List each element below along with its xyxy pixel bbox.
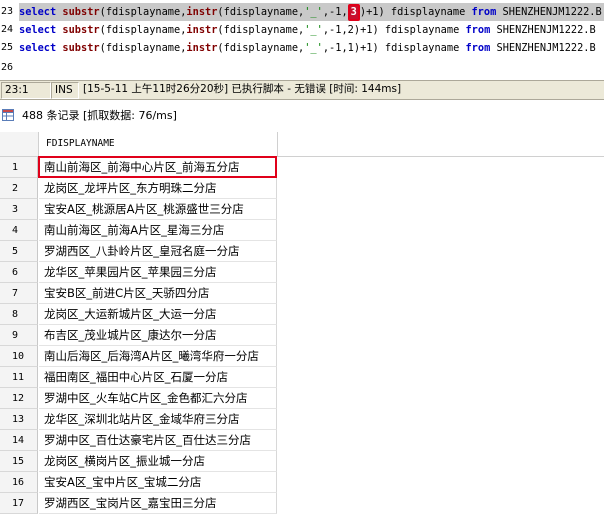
editor-code[interactable]: select substr(fdisplayname,instr(fdispla… <box>19 21 598 39</box>
column-divider[interactable] <box>277 132 278 156</box>
table-row[interactable]: 1 南山前海区_前海中心片区_前海五分店 <box>0 156 604 179</box>
highlighted-cell[interactable]: 南山前海区_前海中心片区_前海五分店 <box>38 156 277 178</box>
table-row[interactable]: 6 龙华区_苹果园片区_苹果园三分店 <box>0 262 604 284</box>
table-row[interactable]: 8 龙岗区_大运新城片区_大运一分店 <box>0 304 604 326</box>
column-header-fdisplayname[interactable]: FDISPLAYNAME <box>46 132 115 156</box>
table-cell[interactable]: 罗湖西区_八卦岭片区_皇冠名庭一分店 <box>39 241 277 262</box>
row-number[interactable]: 1 <box>0 157 38 178</box>
editor-line-24[interactable]: 24 select substr(fdisplayname,instr(fdis… <box>0 21 604 39</box>
execution-message: [15-5-11 上午11时26分20秒] 已执行脚本 - 无错误 [时间: 1… <box>83 83 402 95</box>
table-row[interactable]: 7 宝安B区_前进C片区_天骄四分店 <box>0 283 604 305</box>
row-number[interactable]: 13 <box>0 409 38 430</box>
table-row[interactable]: 4 南山前海区_前海A片区_星海三分店 <box>0 220 604 242</box>
row-number[interactable]: 6 <box>0 262 38 283</box>
table-cell[interactable]: 龙华区_苹果园片区_苹果园三分店 <box>39 262 277 283</box>
results-grid[interactable]: FDISPLAYNAME 1 南山前海区_前海中心片区_前海五分店 2 龙岗区_龙坪片… <box>0 132 604 517</box>
highlighted-parameter: 3 <box>347 4 360 21</box>
table-cell[interactable]: 龙华区_深圳北站片区_金域华府三分店 <box>39 409 277 430</box>
grid-header: FDISPLAYNAME <box>0 132 604 157</box>
table-cell[interactable]: 宝安A区_宝中片区_宝城二分店 <box>39 472 277 493</box>
row-number[interactable]: 12 <box>0 388 38 409</box>
row-number[interactable]: 15 <box>0 451 38 472</box>
table-row[interactable]: 11 福田南区_福田中心片区_石厦一分店 <box>0 367 604 389</box>
line-number: 23 <box>1 6 14 17</box>
table-cell[interactable]: 宝安A区_桃源居A片区_桃源盛世三分店 <box>39 199 277 220</box>
grid-icon <box>2 109 14 121</box>
line-number: 24 <box>1 24 14 35</box>
table-cell[interactable]: 布吉区_茂业城片区_康达尔一分店 <box>39 325 277 346</box>
table-cell[interactable]: 罗湖西区_宝岗片区_嘉宝田三分店 <box>39 493 277 514</box>
table-row[interactable]: 10 南山后海区_后海湾A片区_曦湾华府一分店 <box>0 346 604 368</box>
table-row[interactable]: 17 罗湖西区_宝岗片区_嘉宝田三分店 <box>0 493 604 515</box>
insert-mode-indicator: INS <box>51 82 79 99</box>
line-number: 25 <box>1 42 14 53</box>
results-toolbar: 488 条记录 [抓取数据: 76/ms] <box>0 100 604 133</box>
table-row[interactable]: 14 罗湖中区_百仕达豪宅片区_百仕达三分店 <box>0 430 604 452</box>
row-number[interactable]: 11 <box>0 367 38 388</box>
cursor-position: 23:1 <box>1 82 51 99</box>
editor-line-25[interactable]: 25 select substr(fdisplayname,instr(fdis… <box>0 39 604 57</box>
editor-code[interactable]: select substr(fdisplayname,instr(fdispla… <box>19 39 598 57</box>
table-row[interactable]: 16 宝安A区_宝中片区_宝城二分店 <box>0 472 604 494</box>
table-row[interactable]: 3 宝安A区_桃源居A片区_桃源盛世三分店 <box>0 199 604 221</box>
table-row[interactable]: 15 龙岗区_横岗片区_振业城一分店 <box>0 451 604 473</box>
table-row[interactable]: 12 罗湖中区_火车站C片区_金色都汇六分店 <box>0 388 604 410</box>
row-number[interactable]: 4 <box>0 220 38 241</box>
table-row[interactable]: 5 罗湖西区_八卦岭片区_皇冠名庭一分店 <box>0 241 604 263</box>
row-number[interactable]: 7 <box>0 283 38 304</box>
row-number[interactable]: 2 <box>0 178 38 199</box>
line-number: 26 <box>1 62 14 73</box>
table-cell[interactable]: 罗湖中区_火车站C片区_金色都汇六分店 <box>39 388 277 409</box>
row-number[interactable]: 14 <box>0 430 38 451</box>
grid-corner[interactable] <box>0 132 39 156</box>
editor-line-23[interactable]: 23 select substr(fdisplayname,instr(fdis… <box>0 3 604 21</box>
table-cell[interactable]: 福田南区_福田中心片区_石厦一分店 <box>39 367 277 388</box>
table-cell[interactable]: 宝安B区_前进C片区_天骄四分店 <box>39 283 277 304</box>
sql-editor[interactable]: 23 select substr(fdisplayname,instr(fdis… <box>0 0 604 80</box>
table-cell[interactable]: 罗湖中区_百仕达豪宅片区_百仕达三分店 <box>39 430 277 451</box>
row-number[interactable]: 9 <box>0 325 38 346</box>
table-cell[interactable]: 龙岗区_横岗片区_振业城一分店 <box>39 451 277 472</box>
record-count: 488 条记录 [抓取数据: 76/ms] <box>22 109 177 122</box>
table-cell[interactable]: 南山后海区_后海湾A片区_曦湾华府一分店 <box>39 346 277 367</box>
table-row[interactable]: 9 布吉区_茂业城片区_康达尔一分店 <box>0 325 604 347</box>
row-number[interactable]: 16 <box>0 472 38 493</box>
table-cell[interactable]: 龙岗区_大运新城片区_大运一分店 <box>39 304 277 325</box>
table-cell[interactable]: 南山前海区_前海A片区_星海三分店 <box>39 220 277 241</box>
table-row[interactable]: 2 龙岗区_龙坪片区_东方明珠二分店 <box>0 178 604 200</box>
table-cell[interactable]: 龙岗区_龙坪片区_东方明珠二分店 <box>39 178 277 199</box>
editor-line-26[interactable]: 26 <box>0 59 604 77</box>
row-number[interactable]: 5 <box>0 241 38 262</box>
table-row[interactable]: 13 龙华区_深圳北站片区_金域华府三分店 <box>0 409 604 431</box>
row-number[interactable]: 10 <box>0 346 38 367</box>
editor-code[interactable]: select substr(fdisplayname,instr(fdispla… <box>19 3 604 21</box>
row-number[interactable]: 3 <box>0 199 38 220</box>
row-number[interactable]: 17 <box>0 493 38 514</box>
row-number[interactable]: 8 <box>0 304 38 325</box>
status-bar: 23:1 INS [15-5-11 上午11时26分20秒] 已执行脚本 - 无… <box>0 80 604 100</box>
